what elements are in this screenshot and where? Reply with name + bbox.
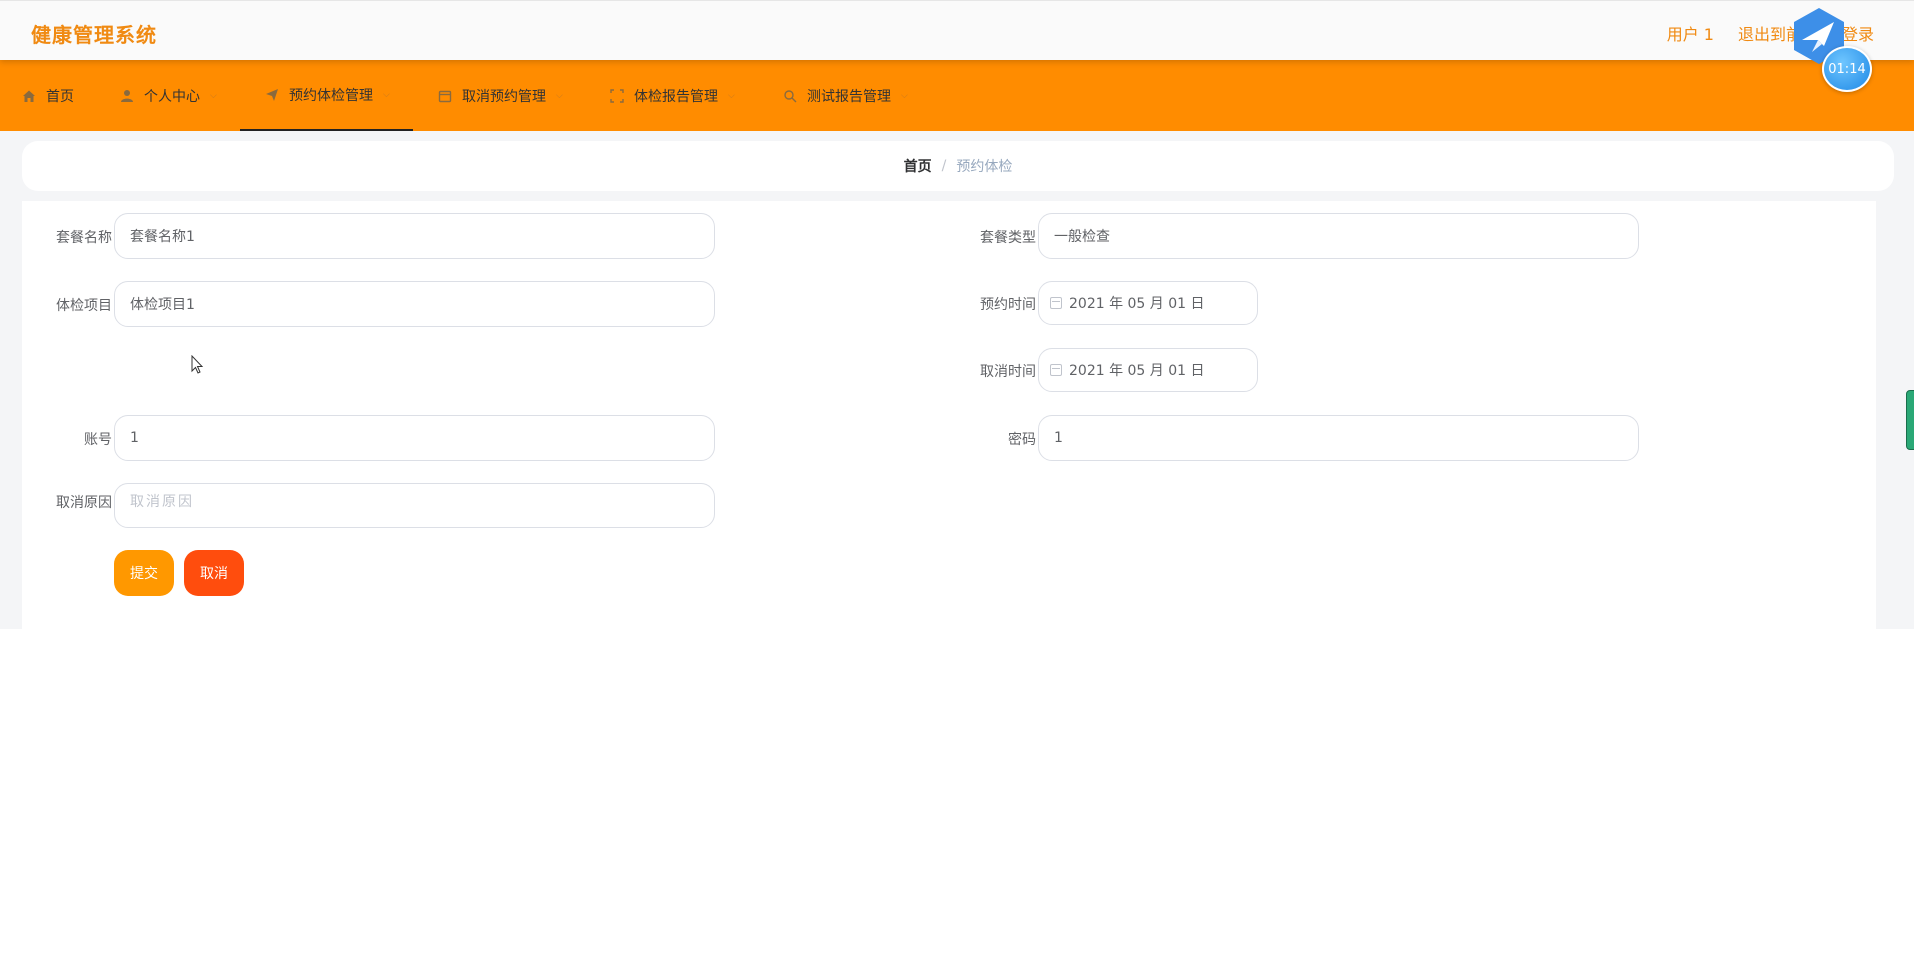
cancel-time-label: 取消时间 — [980, 364, 1036, 380]
exam-items-label: 体检项目 — [56, 298, 112, 314]
app-title: 健康管理系统 — [31, 23, 157, 47]
nav-item-test-report[interactable]: 测试报告管理 ⌵ — [783, 60, 908, 131]
user-name-link[interactable]: 用户 1 — [1667, 21, 1714, 45]
booking-form: 套餐名称 套餐名称1 套餐类型 一般检查 体检项目 体检项目1 预约时间 202… — [22, 201, 1876, 629]
timer-badge[interactable]: 01:14 — [1822, 46, 1872, 92]
chevron-down-icon: ⌵ — [383, 89, 390, 100]
nav-label: 首页 — [46, 88, 74, 105]
nav-item-personal-center[interactable]: 个人中心 ⌵ — [120, 60, 217, 131]
password-label: 密码 — [1008, 432, 1036, 448]
left-gutter — [0, 201, 22, 629]
nav-item-cancel-booking[interactable]: 取消预约管理 ⌵ — [438, 60, 563, 131]
nav-item-exam-report[interactable]: 体检报告管理 ⌵ — [610, 60, 735, 131]
search-icon — [783, 89, 797, 103]
mouse-cursor-icon — [191, 355, 204, 374]
frame-icon — [610, 88, 624, 103]
side-edge-tab[interactable] — [1906, 390, 1914, 450]
send-icon — [265, 88, 279, 102]
exam-items-input[interactable]: 体检项目1 — [114, 281, 715, 327]
account-input[interactable]: 1 — [114, 415, 715, 461]
chevron-down-icon: ⌵ — [728, 90, 735, 101]
appointment-time-label: 预约时间 — [980, 297, 1036, 313]
user-icon — [120, 89, 134, 103]
breadcrumb-current: 预约体检 — [956, 159, 1013, 175]
nav-label: 取消预约管理 — [462, 88, 546, 105]
package-name-input[interactable]: 套餐名称1 — [114, 213, 715, 259]
nav-item-book-exam[interactable]: 预约体检管理 ⌵ — [240, 60, 413, 131]
account-label: 账号 — [84, 432, 112, 448]
cancel-button[interactable]: 取消 — [184, 550, 244, 596]
cancel-reason-label: 取消原因 — [56, 495, 112, 511]
chevron-down-icon: ⌵ — [210, 90, 217, 101]
package-type-label: 套餐类型 — [980, 230, 1036, 246]
calendar-icon — [1050, 297, 1062, 309]
top-header: 健康管理系统 用户 1 退出到前台 登录 — [0, 0, 1914, 60]
package-type-input[interactable]: 一般检查 — [1038, 213, 1639, 259]
password-input[interactable]: 1 — [1038, 415, 1639, 461]
calendar-icon — [1050, 364, 1062, 376]
chevron-down-icon: ⌵ — [556, 90, 563, 101]
cancel-reason-textarea[interactable]: 取消原因 — [114, 483, 715, 528]
breadcrumb-home[interactable]: 首页 — [904, 156, 932, 176]
breadcrumb: 首页 / 预约体检 — [22, 141, 1894, 191]
home-icon — [22, 89, 36, 103]
package-name-label: 套餐名称 — [56, 230, 112, 246]
breadcrumb-separator: / — [941, 158, 947, 174]
main-nav: 首页 个人中心 ⌵ 预约体检管理 ⌵ 取消预约管理 ⌵ 体检报告管理 ⌵ 测试报… — [0, 60, 1914, 131]
cancel-time-picker[interactable]: 2021 年 05 月 01 日 — [1038, 348, 1258, 392]
cancel-time-value: 2021 年 05 月 01 日 — [1069, 363, 1205, 379]
appointment-time-value: 2021 年 05 月 01 日 — [1069, 296, 1205, 312]
nav-label: 个人中心 — [144, 88, 200, 105]
chevron-down-icon: ⌵ — [901, 90, 908, 101]
calendar-icon — [438, 89, 452, 103]
nav-label: 预约体检管理 — [289, 87, 373, 104]
nav-label: 体检报告管理 — [634, 88, 718, 105]
nav-label: 测试报告管理 — [807, 88, 891, 105]
nav-item-home[interactable]: 首页 — [22, 60, 74, 131]
submit-button[interactable]: 提交 — [114, 550, 174, 596]
appointment-time-picker[interactable]: 2021 年 05 月 01 日 — [1038, 281, 1258, 325]
